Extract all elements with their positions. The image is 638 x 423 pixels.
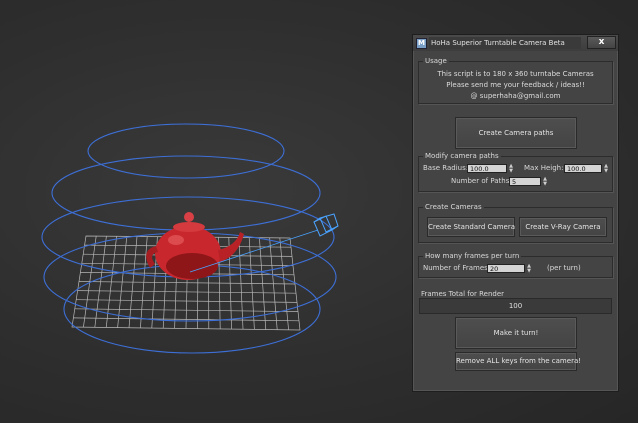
max-height-label: Max Heigh: xyxy=(524,164,564,172)
frames-per-turn-group: How many frames per turn Number of Frame… xyxy=(418,252,613,278)
usage-line-2: Please send me your feedback / ideas!! xyxy=(446,81,585,89)
num-frames-spinner[interactable]: 20 xyxy=(487,264,525,273)
make-it-turn-button[interactable]: Make it turn! xyxy=(455,317,577,349)
teapot-shadow xyxy=(166,253,218,279)
spinner-arrows-icon[interactable]: ▲ ▼ xyxy=(603,164,609,174)
create-standard-camera-button[interactable]: Create Standard Camera xyxy=(427,217,515,237)
per-turn-suffix: (per turn) xyxy=(547,264,581,272)
camera-path-ring xyxy=(87,123,285,179)
num-frames-label: Number of Frames: xyxy=(423,264,491,272)
create-camera-paths-button[interactable]: Create Camera paths xyxy=(455,117,577,149)
remove-keys-button[interactable]: Remove ALL keys from the camera! xyxy=(455,352,581,371)
modify-group-label: Modify camera paths xyxy=(423,152,501,161)
modify-paths-group: Modify camera paths Base Radius: 100.0 ▲… xyxy=(418,152,613,192)
frames-per-turn-label: How many frames per turn xyxy=(423,252,522,261)
camera-gizmo-icon xyxy=(313,213,339,237)
teapot xyxy=(146,212,244,280)
usage-line-3: @ superhaha@gmail.com xyxy=(470,92,561,100)
max-height-spinner[interactable]: 100.0 xyxy=(564,164,602,173)
dialog-title: HoHa Superior Turntable Camera Beta xyxy=(429,37,581,49)
create-vray-camera-button[interactable]: Create V-Ray Camera xyxy=(519,217,607,237)
turntable-dialog: M HoHa Superior Turntable Camera Beta x … xyxy=(412,34,619,392)
teapot-lid xyxy=(173,222,205,232)
teapot-knob xyxy=(184,212,194,222)
create-cameras-group: Create Cameras Create Standard Camera Cr… xyxy=(418,203,613,243)
base-radius-label: Base Radius: xyxy=(423,164,469,172)
usage-group: Usage This script is to 180 x 360 turnta… xyxy=(418,57,613,104)
usage-group-label: Usage xyxy=(423,57,449,66)
num-paths-spinner[interactable]: 5 xyxy=(509,177,541,186)
spinner-arrows-icon[interactable]: ▲ ▼ xyxy=(542,177,548,187)
create-cameras-label: Create Cameras xyxy=(423,203,484,212)
close-button[interactable]: x xyxy=(587,36,616,49)
usage-line-1: This script is to 180 x 360 turntabe Cam… xyxy=(437,70,594,78)
frames-total-value: 100 xyxy=(419,298,612,314)
spinner-arrows-icon[interactable]: ▲ ▼ xyxy=(526,264,532,274)
spinner-arrows-icon[interactable]: ▲ ▼ xyxy=(508,164,514,174)
title-bar[interactable]: M HoHa Superior Turntable Camera Beta x xyxy=(413,35,618,51)
teapot-highlight xyxy=(168,235,184,245)
num-paths-label: Number of Paths: xyxy=(451,177,512,185)
base-radius-spinner[interactable]: 100.0 xyxy=(467,164,507,173)
maxscript-app-icon: M xyxy=(416,38,427,49)
